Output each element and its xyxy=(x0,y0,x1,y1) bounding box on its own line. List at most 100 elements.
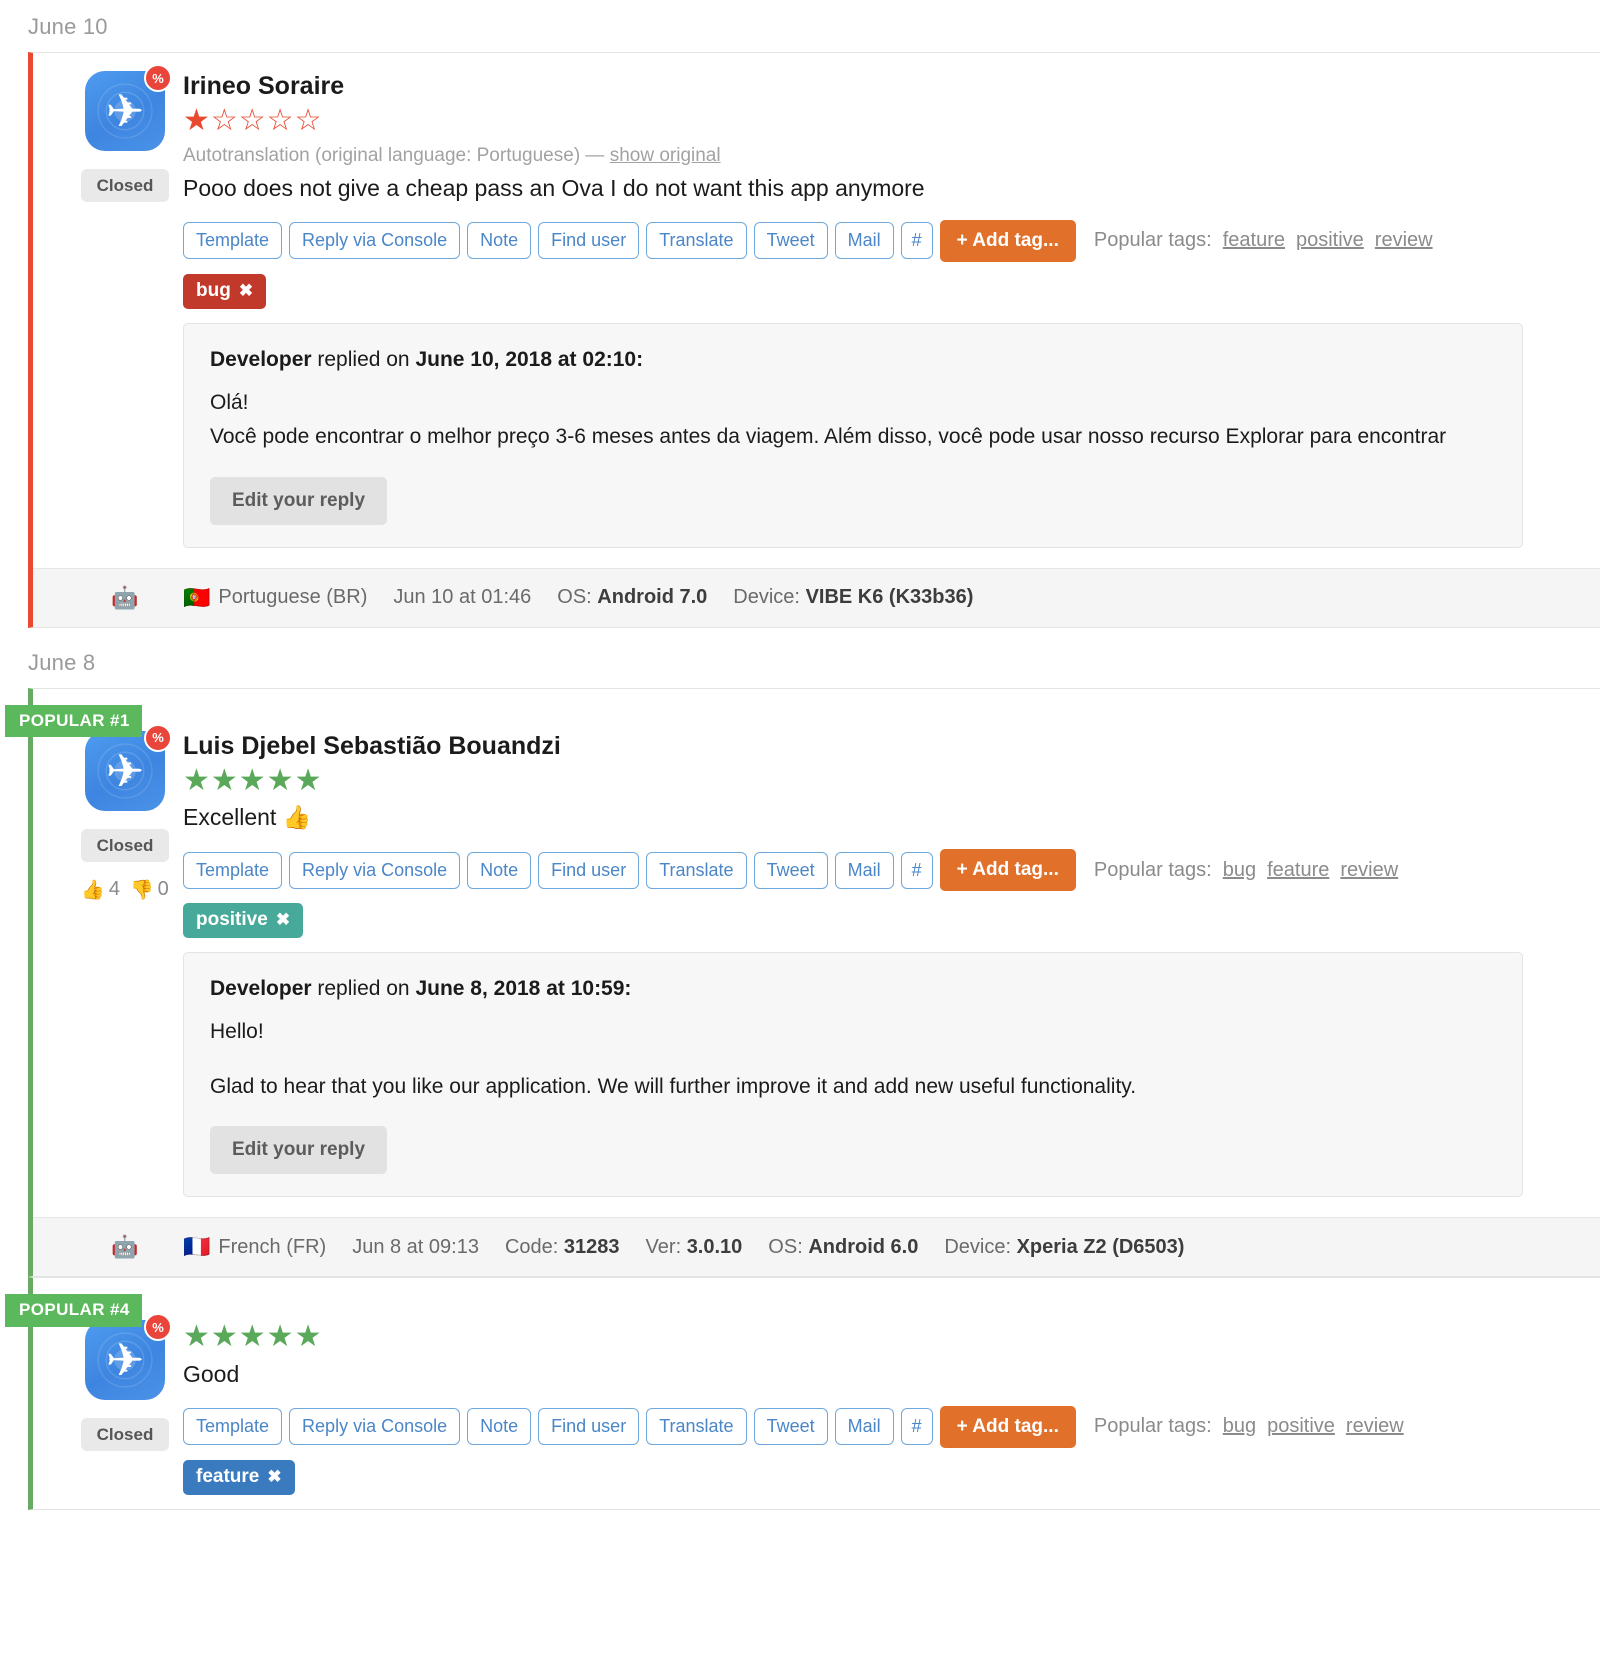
os-label: OS: xyxy=(557,586,591,609)
note-button[interactable]: Note xyxy=(467,222,531,259)
note-button[interactable]: Note xyxy=(467,852,531,889)
developer-reply-box: Developer replied on June 8, 2018 at 10:… xyxy=(183,952,1523,1197)
tweet-button[interactable]: Tweet xyxy=(754,222,828,259)
review-author-name: Luis Djebel Sebastião Bouandzi xyxy=(183,731,1580,762)
developer-reply-line: Glad to hear that you like our applicati… xyxy=(210,1072,1496,1102)
device-meta: Device: Xperia Z2 (D6503) xyxy=(944,1236,1184,1259)
os-label: OS: xyxy=(768,1236,802,1259)
mail-button[interactable]: Mail xyxy=(835,852,894,889)
developer-label: Developer xyxy=(210,348,312,371)
tag-label: positive xyxy=(196,910,268,931)
device-value: VIBE K6 (K33b36) xyxy=(806,586,974,609)
mail-button[interactable]: Mail xyxy=(835,1408,894,1445)
popular-tag-link[interactable]: review xyxy=(1346,1415,1404,1438)
translate-button[interactable]: Translate xyxy=(646,222,746,259)
add-tag-button[interactable]: + Add tag... xyxy=(940,220,1076,262)
popular-tag-link[interactable]: review xyxy=(1375,229,1433,252)
date-separator-june-8: June 8 xyxy=(0,628,1600,688)
os-value: Android 7.0 xyxy=(597,586,707,609)
reply-timestamp: June 10, 2018 at 02:10 xyxy=(415,348,636,371)
popular-tags-group: Popular tags: bug positive review xyxy=(1094,1415,1404,1438)
mail-button[interactable]: Mail xyxy=(835,222,894,259)
rating-stars: ★☆☆☆☆ xyxy=(183,104,1580,139)
remove-tag-icon[interactable]: ✖ xyxy=(276,911,290,930)
thumbs-up-icon: 👍 xyxy=(81,878,105,902)
popular-tag-link[interactable]: feature xyxy=(1223,229,1285,252)
discount-badge-icon: % xyxy=(144,1313,172,1341)
tag-chip-feature[interactable]: feature ✖ xyxy=(183,1460,295,1495)
popular-tags-label: Popular tags: xyxy=(1094,229,1212,252)
reply-via-console-button[interactable]: Reply via Console xyxy=(289,852,460,889)
remove-tag-icon[interactable]: ✖ xyxy=(239,282,253,301)
thumbs-down-group[interactable]: 👎 0 xyxy=(130,878,169,902)
popular-tags-label: Popular tags: xyxy=(1094,1415,1212,1438)
translate-button[interactable]: Translate xyxy=(646,852,746,889)
thumbs-down-count: 0 xyxy=(158,878,169,901)
review-left-column: ✈ % Closed xyxy=(33,71,183,548)
popular-tag-link[interactable]: feature xyxy=(1267,859,1329,882)
language-label: French (FR) xyxy=(218,1236,326,1259)
replied-on-text: replied on xyxy=(312,977,416,1000)
review-meta-footer: 🤖 🇫🇷 French (FR) Jun 8 at 09:13 Code: 31… xyxy=(33,1217,1600,1276)
reply-via-console-button[interactable]: Reply via Console xyxy=(289,222,460,259)
find-user-button[interactable]: Find user xyxy=(538,222,639,259)
flag-icon: 🇫🇷 xyxy=(183,1234,210,1260)
tweet-button[interactable]: Tweet xyxy=(754,852,828,889)
tag-chip-positive[interactable]: positive ✖ xyxy=(183,903,303,938)
tag-label: feature xyxy=(196,1467,259,1488)
popular-tag-link[interactable]: positive xyxy=(1296,229,1364,252)
find-user-button[interactable]: Find user xyxy=(538,852,639,889)
remove-tag-icon[interactable]: ✖ xyxy=(267,1468,281,1487)
review-content: ★★★★★ Good Template Reply via Console No… xyxy=(183,1320,1600,1508)
assigned-tag-row: positive ✖ xyxy=(183,903,1580,938)
review-text: Excellent 👍 xyxy=(183,802,1580,833)
review-content: Irineo Soraire ★☆☆☆☆ Autotranslation (or… xyxy=(183,71,1600,548)
review-content: Luis Djebel Sebastião Bouandzi ★★★★★ Exc… xyxy=(183,731,1600,1198)
device-meta: Device: VIBE K6 (K33b36) xyxy=(733,586,973,609)
popular-tag-link[interactable]: bug xyxy=(1223,859,1256,882)
airplane-icon: ✈ xyxy=(85,88,165,134)
translate-button[interactable]: Translate xyxy=(646,1408,746,1445)
tag-chip-bug[interactable]: bug ✖ xyxy=(183,274,266,309)
template-button[interactable]: Template xyxy=(183,222,282,259)
popular-tag-link[interactable]: positive xyxy=(1267,1415,1335,1438)
meta-items: 🇵🇹 Portuguese (BR) Jun 10 at 01:46 OS: A… xyxy=(183,585,973,611)
hashtag-button[interactable]: # xyxy=(901,222,933,259)
app-icon: ✈ % xyxy=(85,1320,165,1400)
reply-colon: : xyxy=(624,977,631,1000)
developer-reply-line: Hello! xyxy=(210,1017,1496,1047)
hashtag-button[interactable]: # xyxy=(901,852,933,889)
autotranslation-note: Autotranslation (original language: Port… xyxy=(183,145,1580,167)
review-text: Good xyxy=(183,1359,1580,1390)
language-meta: 🇫🇷 French (FR) xyxy=(183,1234,326,1260)
thumbs-up-group[interactable]: 👍 4 xyxy=(81,878,120,902)
rating-stars: ★★★★★ xyxy=(183,1320,1580,1355)
os-meta: OS: Android 7.0 xyxy=(557,586,707,609)
os-value: Android 6.0 xyxy=(808,1236,918,1259)
review-date: Jun 8 at 09:13 xyxy=(352,1236,479,1259)
reply-colon: : xyxy=(636,348,643,371)
note-button[interactable]: Note xyxy=(467,1408,531,1445)
add-tag-button[interactable]: + Add tag... xyxy=(940,1406,1076,1448)
tweet-button[interactable]: Tweet xyxy=(754,1408,828,1445)
vote-counts: 👍 4 👎 0 xyxy=(81,878,169,902)
show-original-link[interactable]: show original xyxy=(610,145,721,166)
reply-via-console-button[interactable]: Reply via Console xyxy=(289,1408,460,1445)
template-button[interactable]: Template xyxy=(183,852,282,889)
assigned-tag-row: bug ✖ xyxy=(183,274,1580,309)
edit-reply-button[interactable]: Edit your reply xyxy=(210,1126,387,1174)
find-user-button[interactable]: Find user xyxy=(538,1408,639,1445)
language-label: Portuguese (BR) xyxy=(218,586,367,609)
autotranslation-label: Autotranslation (original language: Port… xyxy=(183,145,610,166)
popular-tag-link[interactable]: review xyxy=(1340,859,1398,882)
popular-tag-link[interactable]: bug xyxy=(1223,1415,1256,1438)
flag-icon: 🇵🇹 xyxy=(183,585,210,611)
status-badge: Closed xyxy=(81,1418,170,1451)
edit-reply-button[interactable]: Edit your reply xyxy=(210,477,387,525)
developer-reply-header: Developer replied on June 10, 2018 at 02… xyxy=(210,348,1496,372)
template-button[interactable]: Template xyxy=(183,1408,282,1445)
discount-badge-icon: % xyxy=(144,724,172,752)
add-tag-button[interactable]: + Add tag... xyxy=(940,849,1076,891)
hashtag-button[interactable]: # xyxy=(901,1408,933,1445)
action-button-row: Template Reply via Console Note Find use… xyxy=(183,849,1580,891)
